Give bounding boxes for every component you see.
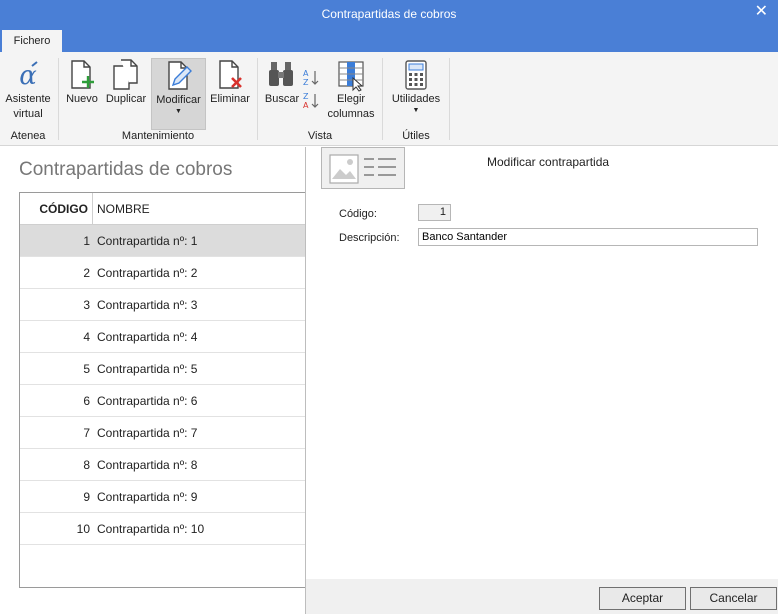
duplicate-icon xyxy=(110,58,142,92)
utilidades-label: Utilidades xyxy=(391,93,441,105)
row-code: 4 xyxy=(83,330,90,344)
svg-text:Z: Z xyxy=(303,92,309,101)
row-name: Contrapartida nº: 5 xyxy=(97,362,198,376)
asistente-label: Asistente virtual xyxy=(5,93,51,120)
duplicar-button[interactable]: Duplicar xyxy=(103,58,149,124)
column-divider xyxy=(92,193,93,225)
codigo-label: Código: xyxy=(339,208,377,220)
form-title: Modificar contrapartida xyxy=(487,155,610,169)
calculator-icon xyxy=(400,58,432,92)
form-image-icon xyxy=(321,147,405,189)
title-bar: Contrapartidas de cobros ✕ xyxy=(0,0,778,28)
elegir-columnas-label: Elegir columnas xyxy=(327,93,375,120)
chevron-down-icon: ▼ xyxy=(175,108,182,115)
row-code: 10 xyxy=(76,522,90,536)
row-name: Contrapartida nº: 2 xyxy=(97,266,198,280)
table-row[interactable]: 6 Contrapartida nº: 6 xyxy=(20,385,306,417)
list-panel: Contrapartidas de cobros CÓDIGO NOMBRE 1… xyxy=(0,147,306,614)
descripcion-label: Descripción: xyxy=(339,232,400,244)
row-code: 8 xyxy=(83,458,90,472)
table-row[interactable]: 4 Contrapartida nº: 4 xyxy=(20,321,306,353)
dialog-footer: Aceptar Cancelar xyxy=(306,579,778,614)
row-name: Contrapartida nº: 8 xyxy=(97,458,198,472)
row-code: 7 xyxy=(83,426,90,440)
edit-document-icon xyxy=(163,59,195,93)
row-name: Contrapartida nº: 4 xyxy=(97,330,198,344)
row-name: Contrapartida nº: 3 xyxy=(97,298,198,312)
codigo-field: 1 xyxy=(418,204,451,221)
utilidades-button[interactable]: Utilidades ▼ xyxy=(387,58,445,124)
duplicar-label: Duplicar xyxy=(105,93,147,105)
table-row[interactable]: 3 Contrapartida nº: 3 xyxy=(20,289,306,321)
table-row[interactable]: 2 Contrapartida nº: 2 xyxy=(20,257,306,289)
group-separator xyxy=(449,58,450,140)
group-label-utiles: Útiles xyxy=(402,130,430,142)
nuevo-button[interactable]: Nuevo xyxy=(63,58,101,124)
ribbon-tabstrip: Fichero xyxy=(0,28,778,52)
delete-document-icon xyxy=(214,58,246,92)
table-row[interactable]: 9 Contrapartida nº: 9 xyxy=(20,481,306,513)
row-code: 9 xyxy=(83,490,90,504)
eliminar-label: Eliminar xyxy=(210,93,250,105)
ribbon: α Asistente virtual Atenea Nuevo Duplica xyxy=(0,52,778,146)
table-row[interactable]: 1 Contrapartida nº: 1 xyxy=(20,225,306,257)
table-row[interactable]: 10 Contrapartida nº: 10 xyxy=(20,513,306,545)
window-title: Contrapartidas de cobros xyxy=(321,7,457,21)
buscar-label: Buscar xyxy=(264,93,300,105)
cancelar-button[interactable]: Cancelar xyxy=(690,587,777,610)
tab-fichero[interactable]: Fichero xyxy=(2,30,62,52)
modificar-button[interactable]: Modificar ▼ xyxy=(151,58,206,130)
row-name: Contrapartida nº: 6 xyxy=(97,394,198,408)
elegir-columnas-button[interactable]: Elegir columnas xyxy=(324,58,378,124)
nuevo-label: Nuevo xyxy=(66,93,98,105)
row-name: Contrapartida nº: 10 xyxy=(97,522,205,536)
chevron-down-icon: ▼ xyxy=(412,107,420,114)
svg-text:α: α xyxy=(19,61,37,91)
new-document-icon xyxy=(66,58,98,92)
detail-panel: Modificar contrapartida Código: 1 Descri… xyxy=(306,147,778,614)
group-separator xyxy=(382,58,383,140)
records-grid: CÓDIGO NOMBRE 1 Contrapartida nº: 1 2 Contr… xyxy=(19,192,306,588)
eliminar-button[interactable]: Eliminar xyxy=(208,58,252,124)
list-title: Contrapartidas de cobros xyxy=(19,159,233,180)
asistente-virtual-button[interactable]: α Asistente virtual xyxy=(2,58,54,124)
table-row[interactable]: 7 Contrapartida nº: 7 xyxy=(20,417,306,449)
row-name: Contrapartida nº: 9 xyxy=(97,490,198,504)
column-header-nombre[interactable]: NOMBRE xyxy=(97,202,150,216)
alpha-icon: α xyxy=(12,58,44,92)
sort-buttons: A Z Z A xyxy=(302,68,320,112)
row-code: 5 xyxy=(83,362,90,376)
column-header-codigo[interactable]: CÓDIGO xyxy=(20,202,88,216)
descripcion-input[interactable] xyxy=(418,228,758,246)
row-code: 1 xyxy=(83,234,90,248)
table-row[interactable]: 5 Contrapartida nº: 5 xyxy=(20,353,306,385)
row-name: Contrapartida nº: 7 xyxy=(97,426,198,440)
binoculars-icon xyxy=(266,58,298,92)
aceptar-button[interactable]: Aceptar xyxy=(599,587,686,610)
row-code: 3 xyxy=(83,298,90,312)
modificar-label: Modificar xyxy=(156,94,201,106)
group-label-vista: Vista xyxy=(307,130,333,142)
group-separator xyxy=(257,58,258,140)
svg-text:A: A xyxy=(303,69,309,78)
table-row[interactable]: 8 Contrapartida nº: 8 xyxy=(20,449,306,481)
group-separator xyxy=(58,58,59,140)
row-name: Contrapartida nº: 1 xyxy=(97,234,198,248)
group-label-mantenimiento: Mantenimiento xyxy=(121,130,195,142)
sort-descending-icon[interactable]: Z A xyxy=(302,91,320,111)
group-label-atenea: Atenea xyxy=(10,130,46,142)
row-code: 6 xyxy=(83,394,90,408)
svg-text:Z: Z xyxy=(303,78,309,87)
buscar-button[interactable]: Buscar xyxy=(262,58,302,124)
sort-ascending-icon[interactable]: A Z xyxy=(302,68,320,88)
svg-text:A: A xyxy=(303,101,309,110)
columns-icon xyxy=(335,58,367,92)
close-icon[interactable]: ✕ xyxy=(755,3,768,21)
grid-header: CÓDIGO NOMBRE xyxy=(20,193,306,225)
row-code: 2 xyxy=(83,266,90,280)
